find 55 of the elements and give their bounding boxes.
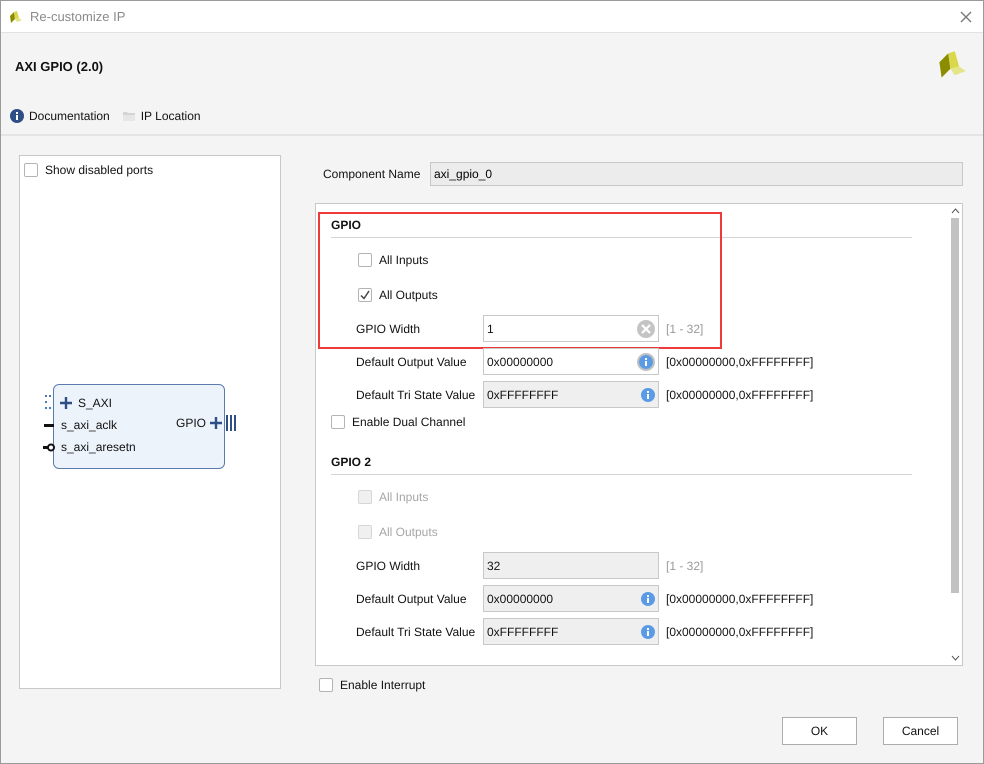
port-name: S_AXI	[78, 396, 112, 410]
logo-icon	[8, 10, 24, 24]
ip-title: AXI GPIO (2.0)	[15, 59, 104, 74]
info-icon	[641, 624, 655, 638]
checkbox-label: Show disabled ports	[45, 163, 154, 177]
checkbox[interactable]	[331, 415, 345, 429]
close-icon	[959, 10, 973, 24]
toolbar-link[interactable]: Documentation	[10, 108, 110, 122]
checkbox-label: Enable Dual Channel	[352, 415, 466, 429]
info-icon	[641, 592, 655, 606]
toolbar-link[interactable]: IP Location	[122, 108, 201, 122]
port-name: s_axi_aclk	[61, 418, 118, 432]
info-icon	[10, 108, 24, 122]
input-field[interactable]: 0x00000000	[483, 585, 659, 612]
scrollbar-thumb[interactable]	[951, 218, 959, 593]
field-label: Default Tri State Value	[356, 388, 476, 402]
window-title: Re-customize IP	[30, 9, 126, 24]
checkbox[interactable]	[319, 678, 333, 692]
range-hint: [1 - 32]	[666, 322, 704, 336]
field-label: Default Output Value	[356, 592, 468, 606]
input-field[interactable]: 32	[483, 552, 659, 579]
checkbox-label: All Outputs	[379, 524, 438, 538]
input-field[interactable]: 0xFFFFFFFF	[483, 618, 659, 645]
input-field[interactable]: 0xFFFFFFFF	[483, 381, 659, 408]
info-icon	[641, 388, 655, 402]
checkbox-label: All Inputs	[379, 252, 428, 266]
range-hint: [0x00000000,0xFFFFFFFF]	[666, 624, 814, 638]
field-label: Default Tri State Value	[356, 624, 476, 638]
component-name-field[interactable]: axi_gpio_0	[430, 162, 963, 186]
checkbox-label: All Inputs	[379, 490, 428, 504]
checkbox-label: All Outputs	[379, 288, 438, 302]
checkbox-label: Enable Interrupt	[340, 678, 426, 692]
checkbox[interactable]	[358, 288, 372, 302]
input-field[interactable]: 0x00000000	[483, 348, 659, 375]
field-label: GPIO Width	[356, 322, 422, 336]
range-hint: [0x00000000,0xFFFFFFFF]	[666, 354, 814, 368]
bus-pin-icon	[226, 415, 236, 431]
range-hint: [0x00000000,0xFFFFFFFF]	[666, 592, 814, 606]
clear-icon	[637, 320, 655, 338]
port-name: s_axi_aresetn	[61, 440, 136, 454]
field-label: Component Name	[323, 167, 422, 181]
input-field[interactable]: 1	[483, 315, 659, 342]
dialog-button[interactable]: Cancel	[883, 717, 958, 745]
checkbox[interactable]	[24, 163, 38, 177]
checkbox[interactable]	[358, 252, 372, 266]
section-heading: GPIO	[331, 210, 912, 238]
port-name: GPIO	[176, 416, 206, 430]
range-hint: [1 - 32]	[666, 558, 704, 572]
section-heading: GPIO 2	[331, 447, 912, 475]
range-hint: [0x00000000,0xFFFFFFFF]	[666, 388, 814, 402]
plus-icon	[60, 397, 72, 409]
field-label: GPIO Width	[356, 558, 422, 572]
plus-icon	[210, 417, 222, 429]
dialog-button[interactable]: OK	[782, 717, 857, 745]
field-label: Default Output Value	[356, 354, 468, 368]
